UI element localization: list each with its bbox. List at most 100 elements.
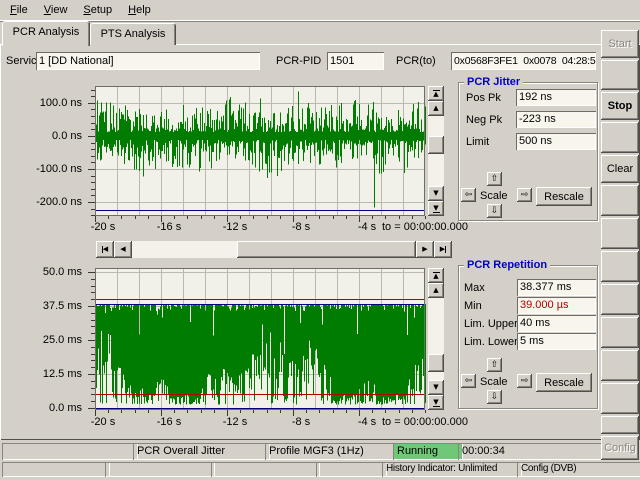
scroll-down-button[interactable]: ▼ <box>428 186 444 201</box>
pcr-to-label: PCR(to) <box>396 55 436 67</box>
pos-pk-label: Pos Pk <box>466 92 501 104</box>
spare-button <box>601 284 639 315</box>
service-field[interactable]: 1 [DD National] <box>36 52 260 70</box>
menu-item-view[interactable]: View <box>36 2 76 18</box>
rep-lim-lower-value[interactable]: 5 ms <box>517 333 596 350</box>
menu-item-setup[interactable]: Setup <box>75 2 120 18</box>
tab-pts-analysis[interactable]: PTS Analysis <box>90 23 176 45</box>
application-window: File View Setup Help PCR Analysis PTS An… <box>0 0 640 480</box>
x-tick-label: -8 s <box>279 221 323 233</box>
status-cell-elapsed-time: 00:00:34 <box>458 443 604 460</box>
pcr-pid-field[interactable]: 1501 <box>327 52 384 70</box>
scroll-to-end-button[interactable]: ▶ <box>434 241 452 258</box>
rep-scale-label: Scale <box>480 376 508 388</box>
jitter-scale-label: Scale <box>480 190 508 202</box>
rep-scale-left-button[interactable]: ⇦ <box>461 374 476 388</box>
rep-max-value: 38.377 ms <box>517 279 596 296</box>
neg-pk-label: Neg Pk <box>466 114 502 126</box>
status2-cell-history: History Indicator: Unlimited <box>382 462 522 477</box>
y-tick-label: 0.0 ms <box>18 402 82 414</box>
status-cell-empty <box>2 443 138 460</box>
status2-cell-empty <box>105 462 215 477</box>
scroll-up-button[interactable]: ▲ <box>428 101 444 116</box>
rep-scale-down-button[interactable]: ⇩ <box>487 390 502 404</box>
spare-button <box>601 185 639 216</box>
x-tick-label: -20 s <box>81 221 125 233</box>
y-tick-label: 100.0 ns <box>18 97 82 109</box>
pcr-to-value: 0x0568F3FE1 0x0078 04:28:55 <box>451 52 596 70</box>
scroll-thumb[interactable] <box>237 241 416 258</box>
tab-pts-analysis-label: PTS Analysis <box>101 24 166 40</box>
y-tick-label: 25.0 ms <box>18 334 82 346</box>
pcr-jitter-plot <box>86 84 428 224</box>
spare-button <box>601 383 639 414</box>
spare-button <box>601 350 639 381</box>
rep-lim-upper-value[interactable]: 40 ms <box>517 315 596 332</box>
pcr-pid-label: PCR-PID <box>276 55 321 67</box>
menu-bar: File View Setup Help <box>0 0 640 21</box>
scroll-left-button[interactable]: ◀ <box>114 241 132 258</box>
rep-lim-lower-label: Lim. Lower <box>464 336 518 348</box>
spare-button <box>601 251 639 282</box>
scroll-to-top-button[interactable]: ▲ <box>428 86 444 101</box>
scroll-right-button[interactable]: ▶ <box>416 241 434 258</box>
x-tick-label: -20 s <box>81 416 125 428</box>
pcr-repetition-plot <box>86 266 428 418</box>
status2-cell-config: Config (DVB) <box>517 462 640 477</box>
y-tick-label: 50.0 ms <box>18 266 82 278</box>
scroll-down-button[interactable]: ▼ <box>428 380 444 395</box>
repetition-vertical-scrollbar[interactable]: ▲ ▲ ▼ ▼ <box>428 268 444 410</box>
rep-rescale-button[interactable]: Rescale <box>536 373 592 392</box>
x-end-label: to = 00:00:00.000 <box>382 416 468 428</box>
scroll-to-bottom-button[interactable]: ▼ <box>428 201 444 216</box>
rep-scale-right-button[interactable]: ⇨ <box>517 374 532 388</box>
status2-cell-empty <box>316 462 387 477</box>
status2-cell-empty <box>211 462 320 477</box>
scroll-up-button[interactable]: ▲ <box>428 283 444 298</box>
y-tick-label: -100.0 ns <box>18 163 82 175</box>
scroll-track[interactable] <box>428 298 444 380</box>
scroll-to-bottom-button[interactable]: ▼ <box>428 395 444 410</box>
rep-lim-upper-label: Lim. Upper <box>464 318 518 330</box>
jitter-scale-right-button[interactable]: ⇨ <box>517 188 532 202</box>
jitter-vertical-scrollbar[interactable]: ▲ ▲ ▼ ▼ <box>428 86 444 216</box>
clear-button[interactable]: Clear <box>601 155 639 183</box>
jitter-scale-up-button[interactable]: ⇧ <box>487 172 502 186</box>
x-tick-label: -12 s <box>213 221 257 233</box>
start-button[interactable]: Start <box>601 30 639 58</box>
status-cell-profile: Profile MGF3 (1Hz) <box>265 443 398 460</box>
time-horizontal-scrollbar[interactable]: ◀ ◀ ▶ ▶ <box>96 241 452 258</box>
jitter-scale-down-button[interactable]: ⇩ <box>487 204 502 218</box>
spare-button <box>601 122 639 153</box>
x-tick-label: -16 s <box>147 221 191 233</box>
stop-button[interactable]: Stop <box>601 92 639 120</box>
menu-item-help[interactable]: Help <box>120 2 159 18</box>
rep-min-value: 39.000 µs <box>517 297 596 314</box>
jitter-scale-left-button[interactable]: ⇦ <box>461 188 476 202</box>
jitter-limit-value[interactable]: 500 ns <box>516 133 596 150</box>
jitter-limit-label: Limit <box>466 136 489 148</box>
tab-pcr-analysis[interactable]: PCR Analysis <box>2 21 90 46</box>
jitter-rescale-button[interactable]: Rescale <box>536 187 592 206</box>
rep-min-label: Min <box>464 300 482 312</box>
pcr-jitter-group-title: PCR Jitter <box>464 76 523 88</box>
scroll-thumb[interactable] <box>428 136 444 154</box>
scroll-track[interactable] <box>428 116 444 186</box>
spare-button <box>601 416 639 434</box>
scroll-to-top-button[interactable]: ▲ <box>428 268 444 283</box>
scroll-to-start-button[interactable]: ◀ <box>96 241 114 258</box>
pcr-repetition-group-title: PCR Repetition <box>464 259 550 271</box>
scroll-thumb[interactable] <box>428 354 444 372</box>
x-tick-label: -12 s <box>213 416 257 428</box>
status2-cell-empty <box>2 462 110 477</box>
y-tick-label: 37.5 ms <box>18 300 82 312</box>
scroll-track[interactable] <box>132 241 416 258</box>
config-button[interactable]: Config <box>601 436 639 460</box>
status-cell-measurement: PCR Overall Jitter <box>133 443 270 460</box>
pos-pk-value: 192 ns <box>516 89 596 106</box>
spare-button <box>601 218 639 249</box>
menu-item-file[interactable]: File <box>2 2 36 18</box>
rep-scale-up-button[interactable]: ⇧ <box>487 358 502 372</box>
spare-button <box>601 317 639 348</box>
y-tick-label: 12.5 ms <box>18 368 82 380</box>
